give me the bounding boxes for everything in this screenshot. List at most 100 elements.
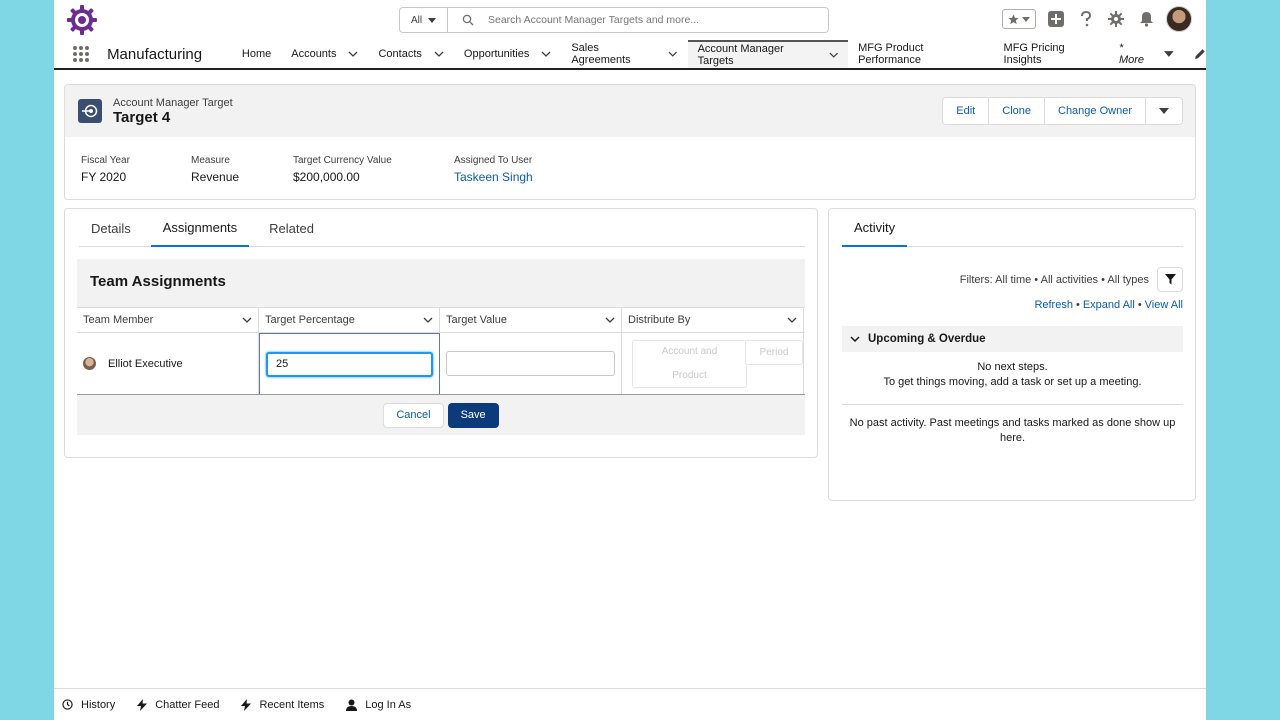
view-all-link[interactable]: View All — [1145, 299, 1183, 311]
chevron-down-icon — [1022, 17, 1031, 22]
help-button[interactable] — [1076, 9, 1096, 29]
global-actions-button[interactable] — [1046, 9, 1066, 29]
chevron-down-icon — [242, 317, 252, 323]
column-team-member[interactable]: Team Member — [77, 308, 259, 332]
favorites-button[interactable] — [1002, 9, 1036, 29]
nav-item-home[interactable]: Home — [232, 40, 281, 68]
caret-down-icon — [1159, 108, 1169, 114]
tab-details[interactable]: Details — [79, 209, 143, 247]
save-button[interactable]: Save — [447, 402, 499, 428]
tab-related[interactable]: Related — [257, 209, 326, 247]
clone-button[interactable]: Clone — [989, 98, 1045, 124]
refresh-link[interactable]: Refresh — [1034, 299, 1073, 311]
app-launcher[interactable] — [72, 40, 109, 68]
search-icon — [462, 14, 474, 26]
column-target-percentage[interactable]: Target Percentage — [259, 308, 440, 332]
target-value-input[interactable] — [446, 351, 615, 376]
nav-item-accounts[interactable]: Accounts — [281, 40, 368, 68]
nav-item-sales-agreements[interactable]: Sales Agreements — [561, 40, 687, 68]
search-scope-label: All — [410, 14, 423, 26]
nav-item-label: Account Manager Targets — [697, 43, 784, 67]
filter-button[interactable] — [1157, 267, 1183, 292]
change-owner-button[interactable]: Change Owner — [1045, 98, 1146, 124]
chevron-down-icon — [787, 317, 797, 323]
utility-log-in-as[interactable]: Log In As — [346, 699, 411, 711]
chevron-down-icon[interactable] — [348, 49, 358, 59]
field-measure: Measure Revenue — [191, 155, 293, 184]
separator-dot: • — [1075, 299, 1080, 311]
gear-icon — [1108, 11, 1124, 27]
notifications-button[interactable] — [1136, 9, 1156, 29]
separator-dot: • — [1137, 299, 1142, 311]
nav-item-account-manager-targets[interactable]: Account Manager Targets — [687, 40, 849, 68]
utility-history[interactable]: History — [62, 699, 115, 711]
chevron-down-icon[interactable] — [829, 50, 839, 60]
grid-footer: Cancel Save — [77, 395, 805, 435]
chevron-down-icon[interactable] — [541, 49, 551, 59]
tab-assignments[interactable]: Assignments — [150, 209, 250, 247]
column-label: Team Member — [83, 314, 154, 326]
nav-item-label: Contacts — [378, 48, 422, 60]
record-titles: Account Manager Target Target 4 — [113, 97, 233, 126]
column-target-value[interactable]: Target Value — [440, 308, 622, 332]
record-object-label: Account Manager Target — [113, 96, 233, 109]
assigned-user-link[interactable]: Taskeen Singh — [454, 170, 594, 184]
search-input[interactable] — [488, 14, 818, 26]
field-label: Measure — [191, 155, 230, 166]
record-actions: Edit Clone Change Owner — [942, 97, 1183, 125]
no-next-steps-message: No next steps. To get things moving, add… — [842, 360, 1183, 390]
nav-more[interactable]: * More — [1111, 40, 1182, 68]
edit-nav-button[interactable] — [1194, 40, 1206, 68]
no-past-activity-message: No past activity. Past meetings and task… — [849, 417, 1176, 444]
app-logo-icon[interactable] — [66, 4, 98, 36]
chevron-down-icon[interactable] — [668, 49, 678, 59]
distribute-account-product-button[interactable]: Account and Product — [632, 340, 747, 388]
nav-item-label: Home — [241, 48, 272, 60]
field-fiscal-year: Fiscal Year FY 2020 — [81, 155, 191, 184]
star-icon — [1008, 13, 1019, 24]
chevron-down-icon — [850, 336, 860, 343]
field-label: Assigned To User — [454, 155, 533, 166]
grid-header: Team Member Target Percentage Target Val… — [77, 307, 805, 333]
nav-item-opportunities[interactable]: Opportunities — [454, 40, 561, 68]
nav-item-label: MFG Pricing Insights — [1003, 42, 1065, 66]
utility-label: Chatter Feed — [155, 698, 220, 711]
lightning-icon — [137, 698, 148, 711]
upcoming-overdue-section[interactable]: Upcoming & Overdue — [842, 326, 1183, 352]
nav-item-mfg-pricing-insights[interactable]: MFG Pricing Insights — [994, 40, 1111, 68]
nav-item-label: Opportunities — [463, 48, 530, 60]
search-scope-select[interactable]: All — [400, 8, 448, 32]
no-next-line-2: To get things moving, add a task or set … — [883, 376, 1142, 388]
more-actions-button[interactable] — [1146, 98, 1182, 124]
field-target-currency-value: Target Currency Value $200,000.00 — [293, 155, 454, 184]
nav-bar: Manufacturing Home Accounts Contacts Opport… — [54, 40, 1206, 70]
chevron-down-icon[interactable] — [434, 49, 444, 59]
edit-button[interactable]: Edit — [943, 98, 990, 124]
nav-item-label: MFG Product Performance — [858, 42, 924, 66]
expand-all-link[interactable]: Expand All — [1083, 299, 1135, 311]
nav-item-contacts[interactable]: Contacts — [368, 40, 453, 68]
app-name: Manufacturing — [107, 45, 203, 63]
utility-chatter-feed[interactable]: Chatter Feed — [137, 698, 220, 711]
waffle-icon — [73, 46, 89, 62]
table-row: Elliot Executive Account and Product Per… — [77, 333, 805, 395]
target-record-icon — [78, 99, 102, 123]
target-icon — [82, 104, 98, 118]
user-avatar[interactable] — [1166, 6, 1192, 32]
setup-button[interactable] — [1106, 9, 1126, 29]
column-label: Target Percentage — [265, 314, 355, 326]
column-distribute-by[interactable]: Distribute By — [622, 308, 804, 332]
tab-activity[interactable]: Activity — [842, 209, 908, 247]
app-window: All Search Account Manager Targets and m… — [54, 0, 1206, 720]
target-percentage-input[interactable] — [266, 351, 433, 377]
nav-item-mfg-product-performance[interactable]: MFG Product Performance — [848, 40, 993, 68]
column-label: Target Value — [446, 314, 507, 326]
cancel-button[interactable]: Cancel — [383, 402, 444, 428]
no-next-line-1: No next steps. — [977, 361, 1048, 373]
caret-down-icon — [1164, 51, 1174, 57]
highlights-panel: Fiscal Year FY 2020 Measure Revenue Targ… — [65, 137, 1195, 184]
utility-recent-items[interactable]: Recent Items — [241, 698, 324, 711]
distribute-period-button[interactable]: Period — [745, 340, 803, 365]
nav-more-label: * More — [1118, 42, 1145, 66]
clock-icon — [62, 699, 73, 710]
